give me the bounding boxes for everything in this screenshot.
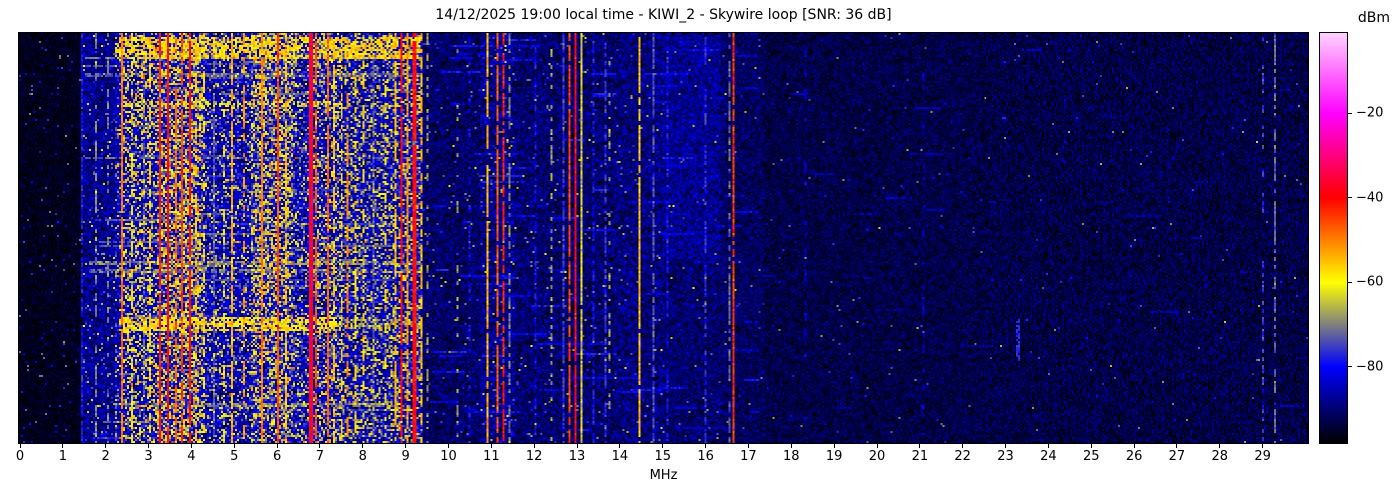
x-tick-label: 25 xyxy=(1083,449,1100,464)
x-tick-label: 22 xyxy=(954,449,971,464)
x-tick-label: 13 xyxy=(569,449,586,464)
x-tick-label: 4 xyxy=(187,449,195,464)
x-tick-mark xyxy=(319,444,320,448)
x-tick-mark xyxy=(577,444,578,448)
x-tick-label: 7 xyxy=(316,449,324,464)
colorbar-tick-label: −80 xyxy=(1356,359,1383,374)
x-tick-label: 2 xyxy=(102,449,110,464)
x-tick-mark xyxy=(791,444,792,448)
spectrogram-figure: 14/12/2025 19:00 local time - KIWI_2 - S… xyxy=(0,0,1400,500)
x-tick-label: 9 xyxy=(402,449,410,464)
x-tick-label: 17 xyxy=(740,449,757,464)
x-tick-mark xyxy=(919,444,920,448)
x-tick-label: 24 xyxy=(1040,449,1057,464)
colorbar-tick-label: −60 xyxy=(1356,275,1383,290)
x-tick-mark xyxy=(1134,444,1135,448)
colorbar-tick-mark xyxy=(1348,197,1352,198)
x-tick-label: 10 xyxy=(440,449,457,464)
x-tick-label: 6 xyxy=(273,449,281,464)
colorbar-tick-mark xyxy=(1348,282,1352,283)
x-axis-label: MHz xyxy=(19,468,1308,483)
x-tick-mark xyxy=(362,444,363,448)
x-tick-label: 8 xyxy=(359,449,367,464)
x-tick-mark xyxy=(1219,444,1220,448)
x-tick-mark xyxy=(1262,444,1263,448)
x-tick-mark xyxy=(148,444,149,448)
x-tick-label: 1 xyxy=(59,449,67,464)
x-tick-label: 28 xyxy=(1212,449,1229,464)
x-tick-mark xyxy=(534,444,535,448)
colorbar-gradient xyxy=(1320,33,1347,443)
x-tick-mark xyxy=(62,444,63,448)
x-tick-label: 20 xyxy=(869,449,886,464)
x-tick-label: 29 xyxy=(1254,449,1271,464)
x-tick-label: 14 xyxy=(612,449,629,464)
x-tick-label: 18 xyxy=(783,449,800,464)
x-tick-mark xyxy=(705,444,706,448)
x-tick-mark xyxy=(962,444,963,448)
x-tick-label: 15 xyxy=(654,449,671,464)
x-tick-label: 21 xyxy=(912,449,929,464)
x-tick-mark xyxy=(1005,444,1006,448)
x-tick-label: 5 xyxy=(230,449,238,464)
x-tick-mark xyxy=(105,444,106,448)
x-tick-mark xyxy=(748,444,749,448)
x-tick-mark xyxy=(191,444,192,448)
x-tick-label: 23 xyxy=(997,449,1014,464)
x-tick-mark xyxy=(1048,444,1049,448)
x-tick-mark xyxy=(405,444,406,448)
x-tick-mark xyxy=(662,444,663,448)
colorbar-tick-mark xyxy=(1348,113,1352,114)
colorbar-tick-label: −20 xyxy=(1356,106,1383,121)
x-tick-mark xyxy=(448,444,449,448)
x-tick-mark xyxy=(277,444,278,448)
x-tick-mark xyxy=(1091,444,1092,448)
x-tick-label: 26 xyxy=(1126,449,1143,464)
x-tick-label: 11 xyxy=(483,449,500,464)
x-tick-label: 19 xyxy=(826,449,843,464)
x-tick-label: 27 xyxy=(1169,449,1186,464)
colorbar-tick-label: −40 xyxy=(1356,190,1383,205)
waterfall-heatmap xyxy=(19,33,1308,443)
x-tick-mark xyxy=(619,444,620,448)
x-tick-label: 12 xyxy=(526,449,543,464)
colorbar-unit-label: dBm xyxy=(1348,10,1400,26)
x-tick-mark xyxy=(20,444,21,448)
x-tick-label: 3 xyxy=(144,449,152,464)
colorbar-tick-mark xyxy=(1348,366,1352,367)
x-tick-label: 16 xyxy=(697,449,714,464)
x-tick-mark xyxy=(1176,444,1177,448)
x-tick-mark xyxy=(834,444,835,448)
chart-title: 14/12/2025 19:00 local time - KIWI_2 - S… xyxy=(19,7,1308,23)
x-tick-mark xyxy=(234,444,235,448)
x-tick-mark xyxy=(491,444,492,448)
x-tick-label: 0 xyxy=(16,449,24,464)
x-tick-mark xyxy=(877,444,878,448)
